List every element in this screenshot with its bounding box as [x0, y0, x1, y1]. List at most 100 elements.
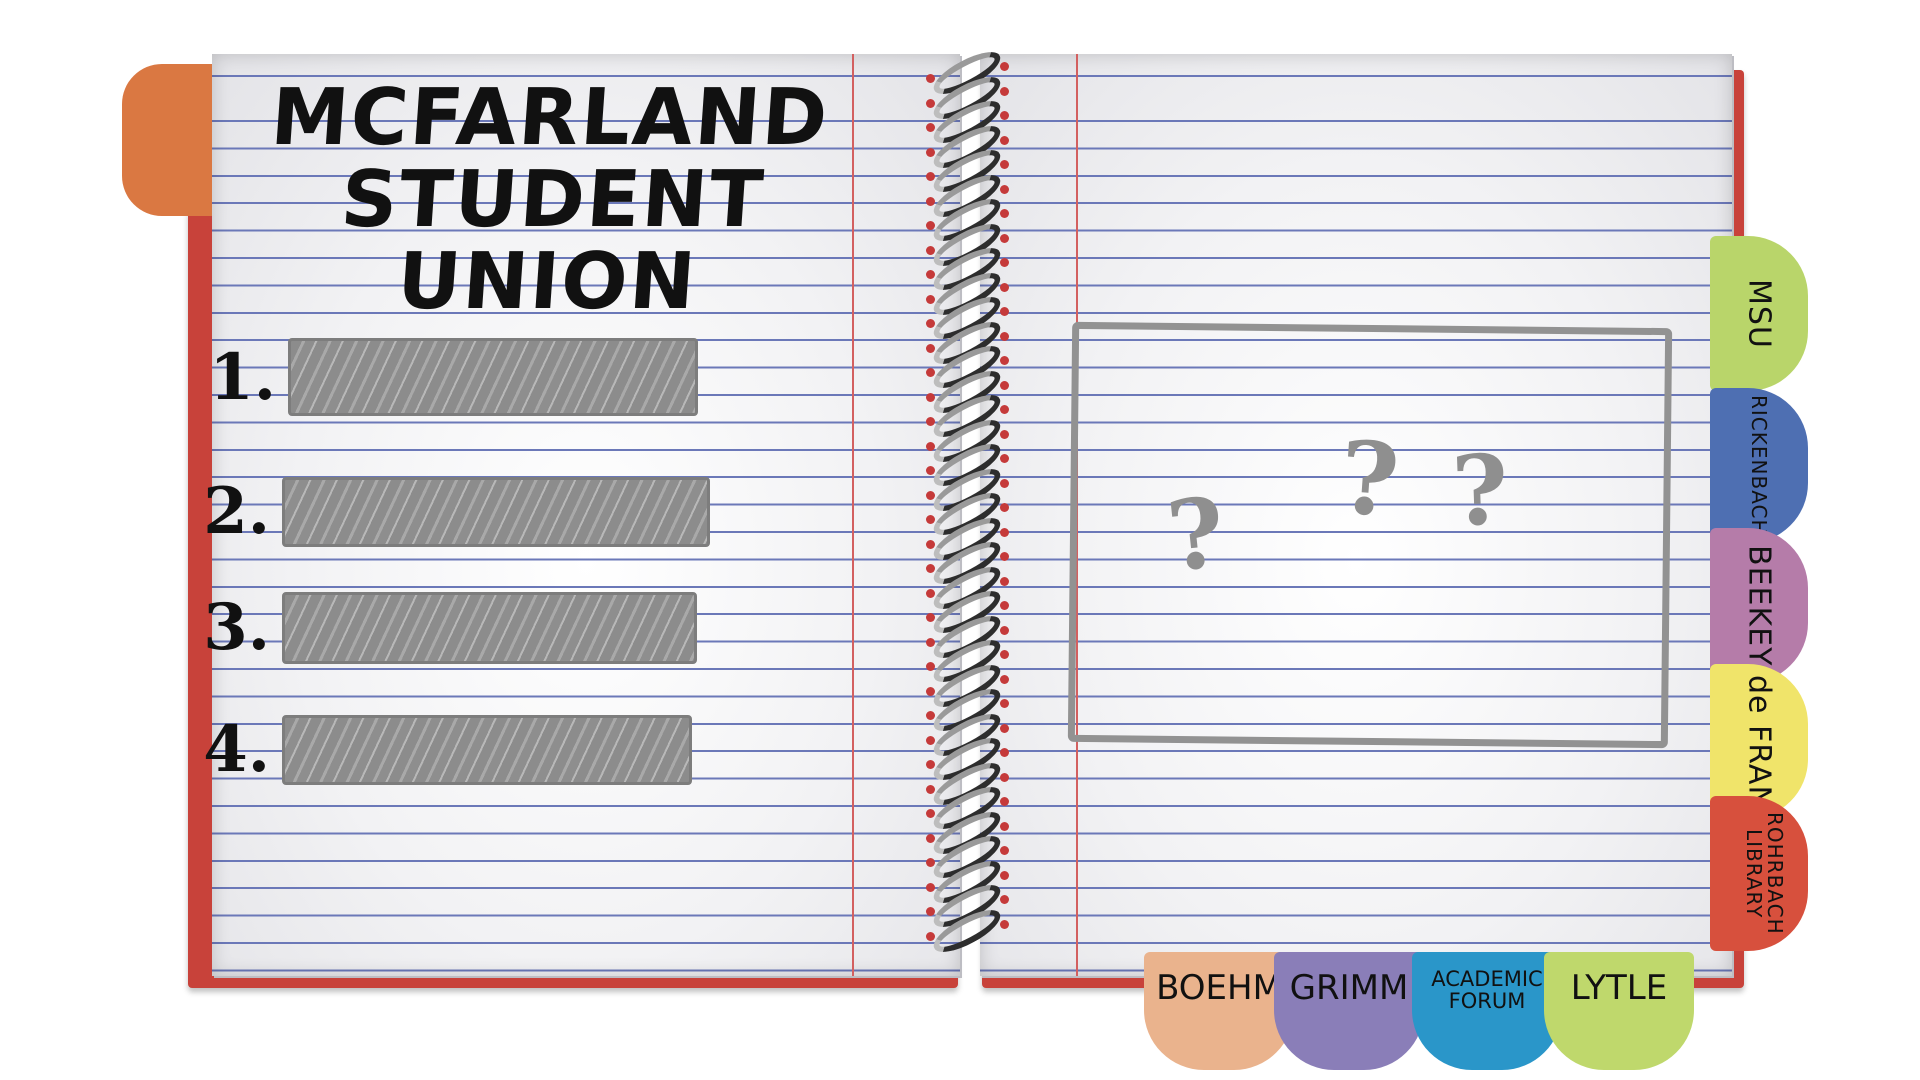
list-item: 1.	[186, 338, 698, 416]
binding-hole	[1000, 111, 1009, 120]
list-number: 4.	[203, 712, 270, 787]
binding-hole	[1000, 625, 1009, 635]
binding-hole	[1000, 356, 1009, 365]
binding-hole	[926, 613, 935, 622]
binding-hole	[926, 123, 935, 132]
list-item: 4.	[180, 712, 692, 787]
bottom-tab-lytle[interactable]: LYTLE	[1544, 952, 1694, 1070]
bottom-tab-label: GRIMM	[1289, 968, 1409, 1008]
binding-hole	[926, 515, 935, 524]
redacted-bar	[282, 591, 697, 664]
binding-hole	[1000, 405, 1009, 414]
page-title: MCFARLAND STUDENT UNION	[230, 73, 870, 327]
binding-hole	[926, 368, 935, 377]
side-tab-label: ROHRBACH LIBRARY	[1742, 812, 1787, 935]
binding-hole	[1000, 258, 1009, 267]
binding-hole	[926, 490, 935, 500]
binding-hole	[1000, 184, 1009, 194]
side-tab-label: MSU	[1741, 278, 1777, 349]
binding-hole	[1000, 748, 1009, 757]
side-tab-beekey[interactable]: BEEKEY	[1710, 528, 1808, 683]
binding-hole	[926, 343, 935, 353]
binding-hole	[926, 564, 935, 573]
binding-hole	[926, 588, 935, 598]
side-tab-label: BEEKEY	[1741, 544, 1777, 667]
binding-hole	[1000, 870, 1009, 880]
binding-hole	[1000, 307, 1009, 316]
question-mark: ?	[1450, 433, 1511, 548]
binding-hole	[926, 417, 935, 426]
binding-hole	[1000, 160, 1009, 169]
binding-hole	[1000, 601, 1009, 610]
bottom-tab-label: LYTLE	[1570, 968, 1668, 1008]
redacted-bar	[288, 338, 698, 416]
binding-hole	[926, 931, 935, 941]
side-tab-rickenbach[interactable]: RICKENBACH	[1710, 388, 1808, 543]
binding-hole	[1000, 62, 1009, 71]
binding-hole	[1000, 478, 1009, 488]
binding-hole	[1000, 527, 1009, 537]
binding-hole	[1000, 723, 1009, 733]
binding-hole	[926, 662, 935, 671]
binding-hole	[926, 882, 935, 892]
binding-hole	[926, 686, 935, 696]
binding-hole	[926, 270, 935, 279]
binding-hole	[1000, 846, 1009, 855]
notebook-scene: MCFARLAND STUDENT UNION 1. 2. 3. 4. ? ? …	[0, 0, 1920, 1080]
title-line-1: MCFARLAND	[268, 73, 833, 163]
side-tab-label: RICKENBACH	[1747, 395, 1771, 536]
binding-hole	[926, 147, 935, 157]
orange-tab[interactable]	[122, 64, 218, 216]
binding-hole	[926, 294, 935, 304]
binding-hole	[926, 858, 935, 867]
redacted-bar	[282, 476, 710, 547]
binding-hole	[926, 74, 935, 83]
bottom-tab-label: ACADEMIC FORUM	[1431, 967, 1543, 1014]
redacted-bar	[282, 714, 692, 785]
question-mark: ?	[1162, 475, 1231, 594]
binding-hole	[926, 466, 935, 475]
binding-hole	[926, 98, 935, 108]
side-tab-msu[interactable]: MSU	[1710, 236, 1808, 391]
binding-hole	[1000, 919, 1009, 929]
binding-hole	[926, 392, 935, 402]
binding-hole	[1000, 233, 1009, 243]
side-tab-label: de FRAN	[1741, 674, 1777, 809]
list-item: 3.	[180, 590, 697, 665]
binding-hole	[1000, 552, 1009, 561]
binding-hole	[926, 784, 935, 794]
binding-hole	[1000, 821, 1009, 831]
binding-hole	[926, 441, 935, 451]
binding-hole	[1000, 454, 1009, 463]
binding-hole	[1000, 895, 1009, 904]
binding-hole	[1000, 282, 1009, 292]
bottom-tab-grimm[interactable]: GRIMM	[1274, 952, 1424, 1070]
binding-hole	[1000, 503, 1009, 512]
list-number: 2.	[203, 474, 270, 549]
side-tab-rohrbach-library[interactable]: ROHRBACH LIBRARY	[1710, 796, 1808, 951]
spiral-binding	[912, 44, 1022, 960]
binding-hole	[926, 172, 935, 181]
bottom-tab-academic-forum[interactable]: ACADEMIC FORUM	[1412, 952, 1562, 1070]
binding-hole	[926, 735, 935, 745]
binding-hole	[926, 809, 935, 818]
binding-hole	[1000, 429, 1009, 439]
bottom-tab-boehm[interactable]: BOEHM	[1144, 952, 1294, 1070]
binding-hole	[1000, 576, 1009, 586]
binding-hole	[926, 833, 935, 843]
binding-hole	[1000, 331, 1009, 341]
binding-hole	[1000, 699, 1009, 708]
list-number: 1.	[209, 339, 276, 415]
question-mark: ?	[1335, 418, 1403, 540]
title-line-2: STUDENT UNION	[338, 154, 768, 327]
binding-hole	[1000, 650, 1009, 659]
list-item: 2.	[180, 474, 710, 549]
binding-hole	[1000, 86, 1009, 96]
binding-hole	[926, 760, 935, 769]
binding-hole	[926, 196, 935, 206]
binding-hole	[1000, 209, 1009, 218]
binding-hole	[926, 637, 935, 647]
binding-hole	[926, 221, 935, 230]
binding-hole	[1000, 772, 1009, 782]
binding-hole	[926, 319, 935, 328]
